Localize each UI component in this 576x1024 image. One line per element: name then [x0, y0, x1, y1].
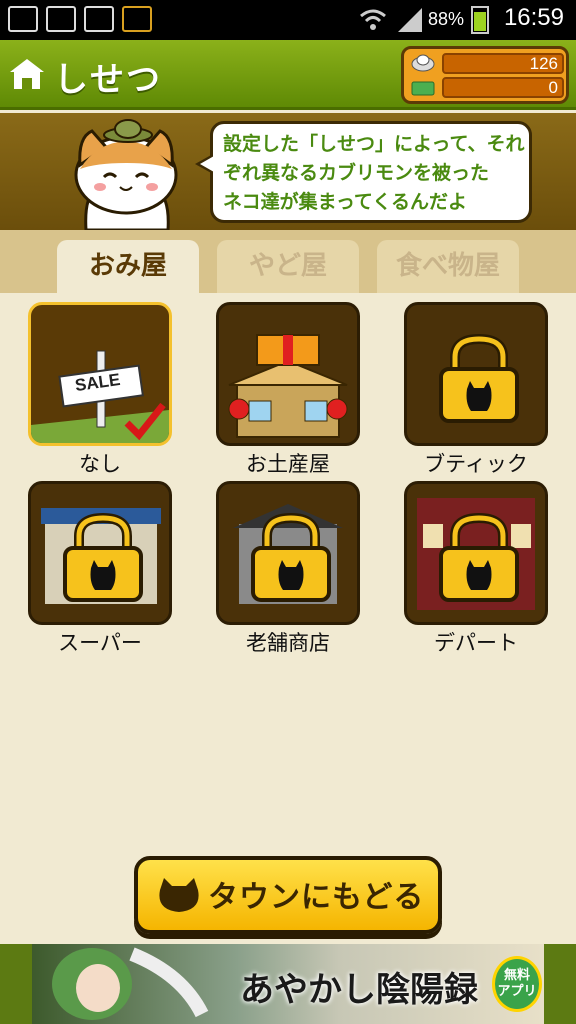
tab-yadoya[interactable]: やど屋: [217, 240, 359, 293]
facility-supermarket[interactable]: [28, 481, 172, 625]
free-app-badge: 無料 アプリ: [492, 956, 542, 1012]
page-title: しせつ: [54, 60, 162, 100]
coin-count: 126: [442, 53, 564, 74]
facility-icon: [10, 59, 44, 89]
intro-text-line: ぞれ異なるカブリモンを被った: [223, 162, 490, 184]
ticket-count: 0: [442, 77, 564, 98]
lock-icon: [63, 512, 143, 602]
facility-label: スーパー: [58, 631, 142, 655]
ad-banner[interactable]: あやかし陰陽録 無料 アプリ: [32, 944, 544, 1024]
lock-icon: [439, 333, 519, 423]
lock-icon: [251, 512, 331, 602]
intro-text-line: ネコ達が集まってくるんだよ: [223, 191, 467, 213]
facility-none[interactable]: SALE: [28, 302, 172, 446]
currency-panel[interactable]: 126 0: [401, 46, 569, 104]
play-store-icon: [46, 6, 76, 32]
coin-icon: [411, 54, 435, 72]
wifi-icon: [360, 9, 386, 30]
back-to-town-button[interactable]: タウンにもどる: [134, 856, 442, 934]
facility-souvenir-shop[interactable]: [216, 302, 360, 446]
ad-bar: あやかし陰陽録 無料 アプリ: [0, 944, 576, 1024]
back-button-label: タウンにもどる: [208, 880, 425, 915]
badge-line: アプリ: [497, 984, 537, 999]
intro-text-line: 設定した「しせつ」によって、それ: [223, 133, 525, 155]
app-header: しせつ 126 0: [0, 40, 576, 110]
ad-title: あやかし陰陽録: [240, 970, 478, 1010]
facility-old-shop[interactable]: [216, 481, 360, 625]
play-store-icon: [84, 6, 114, 32]
gallery-icon: [8, 6, 38, 32]
tab-tabemonoya[interactable]: 食べ物屋: [377, 240, 519, 293]
facility-label: なし: [79, 452, 121, 476]
facility-boutique[interactable]: [404, 302, 548, 446]
battery-icon: [471, 6, 489, 34]
ticket-icon: [411, 81, 435, 96]
intro-panel: 設定した「しせつ」によって、それ ぞれ異なるカブリモンを被った ネコ達が集まって…: [0, 113, 576, 230]
tab-omiya[interactable]: おみ屋: [57, 240, 199, 293]
facility-department-store[interactable]: [404, 481, 548, 625]
souvenir-shop-icon: [228, 334, 348, 438]
cat-head-icon: [159, 878, 199, 912]
camera-icon: [122, 6, 152, 32]
facility-label: ブティック: [424, 452, 528, 476]
lock-icon: [439, 512, 519, 602]
facility-label: デパート: [434, 631, 518, 655]
facility-label: お土産屋: [246, 452, 330, 476]
badge-line: 無料: [503, 968, 530, 983]
status-bar: 88% 16:59: [0, 0, 576, 40]
cat-mascot-icon: [74, 119, 178, 230]
clock: 16:59: [503, 4, 564, 31]
ad-character-art: [52, 947, 209, 1020]
battery-percent: 88%: [428, 9, 465, 29]
facility-label: 老舗商店: [246, 631, 330, 655]
signal-icon: [398, 8, 422, 32]
tab-bar: おみ屋 やど屋 食べ物屋: [0, 230, 576, 293]
speech-bubble: 設定した「しせつ」によって、それ ぞれ異なるカブリモンを被った ネコ達が集まって…: [195, 121, 532, 223]
